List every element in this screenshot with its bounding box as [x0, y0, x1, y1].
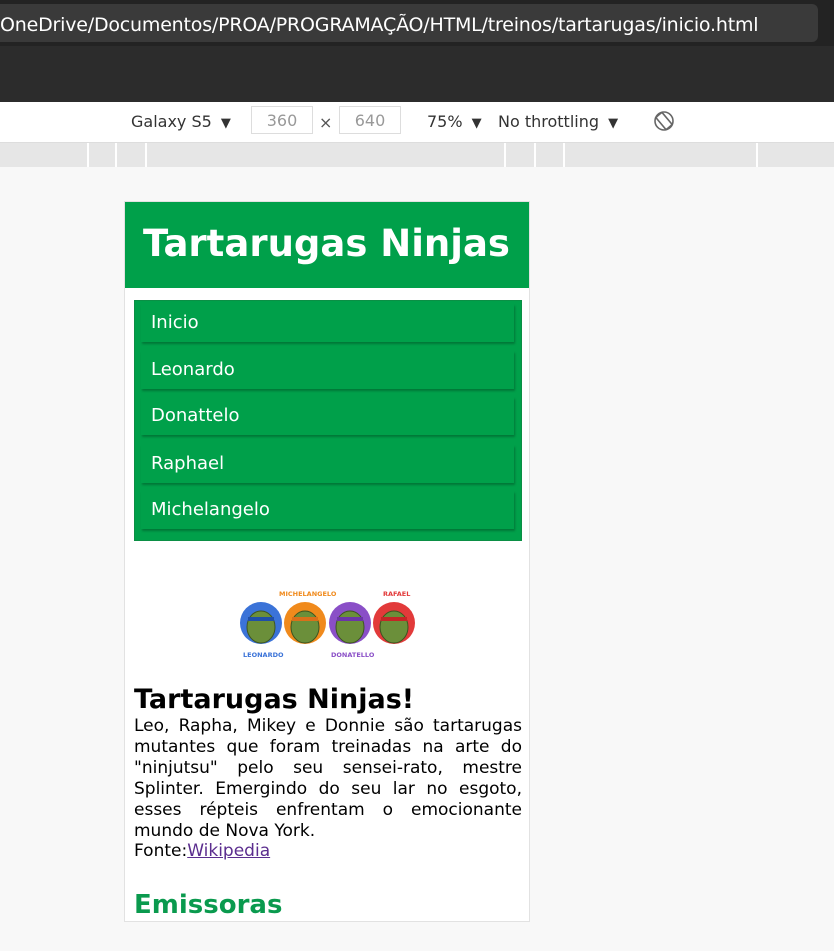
article-title: Tartarugas Ninjas!: [134, 684, 415, 715]
nav-item-donattelo[interactable]: Donattelo: [141, 397, 514, 435]
logo-label-rafael: RAFAEL: [383, 590, 410, 598]
site-title: Tartarugas Ninjas: [143, 222, 510, 265]
dimension-separator: ×: [319, 113, 333, 132]
device-select-label: Galaxy S5: [131, 112, 212, 131]
rotate-icon[interactable]: [652, 109, 676, 137]
logo-label-donatello: DONATELLO: [331, 651, 375, 659]
throttling-select-label: No throttling: [498, 112, 600, 131]
url-text[interactable]: OneDrive/Documentos/PROA/PROGRAMAÇÃO/HTM…: [0, 14, 759, 36]
section-title-emissoras: Emissoras: [134, 890, 283, 920]
site-nav: Inicio Leonardo Donattelo Raphael Michel…: [134, 300, 522, 541]
turtles-logo-image: MICHELANGELO RAFAEL LEONARDO DONATELLO: [240, 590, 415, 659]
nav-item-michelangelo[interactable]: Michelangelo: [141, 491, 514, 529]
article-text: Leo, Rapha, Mikey e Donnie são tartaruga…: [134, 716, 522, 841]
source-label: Fonte:: [134, 841, 188, 861]
browser-address-bar: OneDrive/Documentos/PROA/PROGRAMAÇÃO/HTM…: [0, 0, 834, 46]
zoom-select[interactable]: 75% ▼: [427, 112, 482, 131]
article-source: Fonte:Wikipedia: [134, 841, 270, 861]
viewport-height-input[interactable]: 640: [339, 106, 401, 134]
logo-label-leonardo: LEONARDO: [243, 651, 284, 659]
zoom-select-label: 75%: [427, 112, 463, 131]
logo-label-michelangelo: MICHELANGELO: [279, 590, 337, 598]
nav-item-leonardo[interactable]: Leonardo: [141, 351, 514, 389]
media-query-ruler[interactable]: [0, 143, 834, 167]
chevron-down-icon: ▼: [471, 116, 482, 131]
throttling-select[interactable]: No throttling ▼: [498, 112, 618, 131]
url-field[interactable]: OneDrive/Documentos/PROA/PROGRAMAÇÃO/HTM…: [0, 4, 818, 42]
nav-item-inicio[interactable]: Inicio: [141, 304, 514, 342]
browser-toolbar-area: [0, 46, 834, 102]
viewport-width-input[interactable]: 360: [251, 106, 313, 134]
chevron-down-icon: ▼: [220, 116, 231, 131]
wikipedia-link[interactable]: Wikipedia: [187, 841, 270, 861]
site-header: Tartarugas Ninjas: [125, 202, 529, 288]
device-viewport: Tartarugas Ninjas Inicio Leonardo Donatt…: [124, 201, 530, 922]
device-toolbar: Galaxy S5 ▼ 360 × 640 75% ▼ No throttlin…: [0, 102, 834, 143]
device-select[interactable]: Galaxy S5 ▼: [131, 112, 231, 131]
chevron-down-icon: ▼: [608, 116, 619, 131]
nav-item-raphael[interactable]: Raphael: [141, 445, 514, 483]
